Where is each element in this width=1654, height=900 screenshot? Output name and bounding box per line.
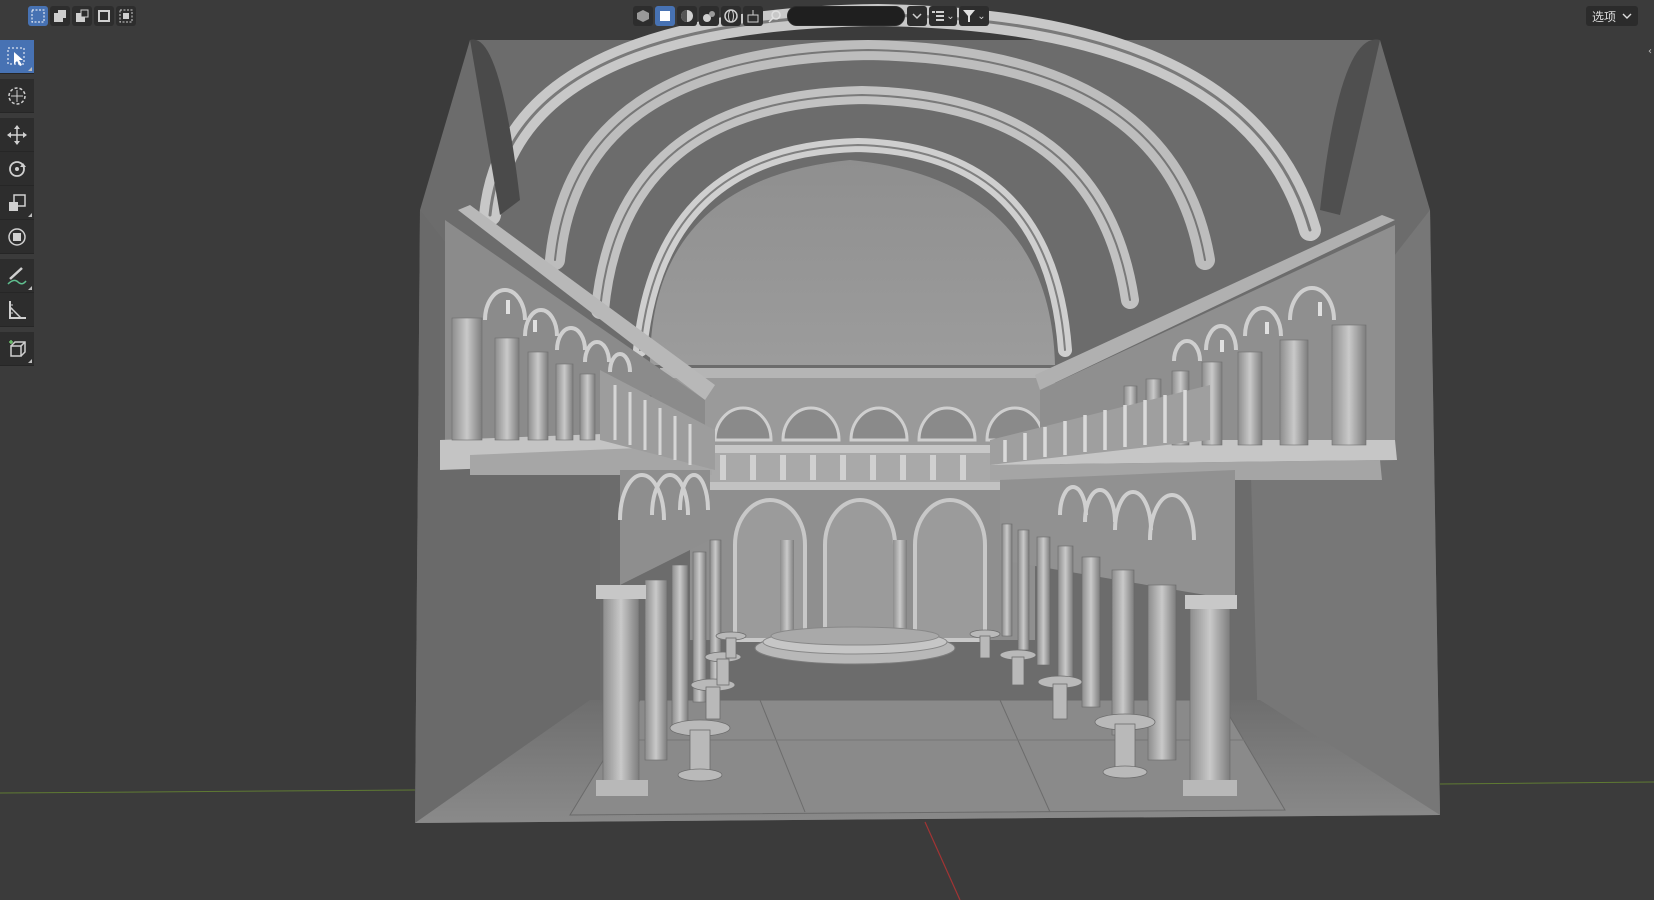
filter-list-button[interactable]: ⌄ bbox=[929, 6, 957, 26]
ruler-icon bbox=[9, 300, 26, 319]
select-extend-button[interactable] bbox=[50, 6, 70, 26]
select-new-button[interactable] bbox=[28, 6, 48, 26]
cursor-tool[interactable] bbox=[0, 79, 34, 113]
scale-icon bbox=[9, 193, 26, 211]
crosshair-icon bbox=[8, 86, 26, 105]
y-axis-line-right bbox=[1439, 781, 1654, 785]
x-axis-line bbox=[924, 821, 961, 900]
list-icon bbox=[932, 11, 945, 21]
scene-render bbox=[0, 3, 1654, 900]
gizmo-icon bbox=[747, 10, 759, 23]
viewport-shading-group: ⌄ ⌄ bbox=[633, 6, 989, 26]
y-axis-line-left bbox=[0, 789, 416, 794]
filter-button[interactable]: ⌄ bbox=[959, 6, 989, 26]
select-intersect-icon bbox=[119, 9, 133, 23]
annotate-tool[interactable] bbox=[0, 259, 34, 293]
material-icon bbox=[703, 11, 715, 22]
chevron-down-icon bbox=[912, 13, 922, 20]
pencil-icon bbox=[7, 266, 27, 285]
select-box-tool[interactable] bbox=[0, 40, 34, 74]
move-tool[interactable] bbox=[0, 118, 34, 152]
search-dropdown-button[interactable] bbox=[907, 6, 927, 26]
material-shading-button[interactable] bbox=[699, 6, 719, 26]
selection-mode-group bbox=[28, 6, 136, 26]
gizmo-toggle-button[interactable] bbox=[743, 6, 763, 26]
rendered-shading-button[interactable] bbox=[721, 6, 741, 26]
rotate-tool[interactable] bbox=[0, 152, 34, 186]
select-extend-icon bbox=[54, 10, 66, 22]
scale-tool[interactable] bbox=[0, 186, 34, 220]
cube-icon bbox=[9, 339, 26, 357]
transform-icon bbox=[8, 227, 26, 246]
select-subtract-button[interactable] bbox=[72, 6, 92, 26]
xray-icon bbox=[637, 10, 649, 22]
select-intersect-button[interactable] bbox=[116, 6, 136, 26]
sidebar-collapse-icon[interactable]: ‹ bbox=[1648, 46, 1652, 57]
3d-viewport[interactable] bbox=[0, 0, 1654, 900]
solid-sphere-icon bbox=[681, 10, 693, 22]
select-subtract-icon bbox=[76, 9, 89, 22]
chevron-down-icon: ⌄ bbox=[977, 10, 986, 22]
rotate-icon bbox=[9, 160, 26, 177]
xray-toggle-button[interactable] bbox=[633, 6, 653, 26]
search-icon bbox=[765, 6, 785, 26]
move-arrows-icon bbox=[7, 124, 27, 145]
wireframe-shading-button[interactable] bbox=[655, 6, 675, 26]
measure-tool[interactable] bbox=[0, 293, 34, 327]
add-cube-tool[interactable] bbox=[0, 332, 34, 366]
chevron-down-icon bbox=[1622, 13, 1632, 19]
tool-shelf bbox=[0, 40, 34, 366]
chevron-down-icon: ⌄ bbox=[946, 10, 955, 22]
transform-tool[interactable] bbox=[0, 220, 34, 254]
options-label: 选项 bbox=[1591, 9, 1616, 24]
solid-square-icon bbox=[660, 11, 670, 21]
select-cursor-icon bbox=[7, 47, 25, 66]
funnel-icon bbox=[963, 10, 976, 22]
globe-icon bbox=[724, 9, 738, 23]
select-invert-button[interactable] bbox=[94, 6, 114, 26]
solid-shading-button[interactable] bbox=[677, 6, 697, 26]
options-dropdown-button[interactable]: 选项 bbox=[1585, 6, 1638, 26]
search-input[interactable] bbox=[787, 6, 905, 26]
select-invert-icon bbox=[98, 10, 110, 22]
select-new-icon bbox=[31, 9, 45, 23]
